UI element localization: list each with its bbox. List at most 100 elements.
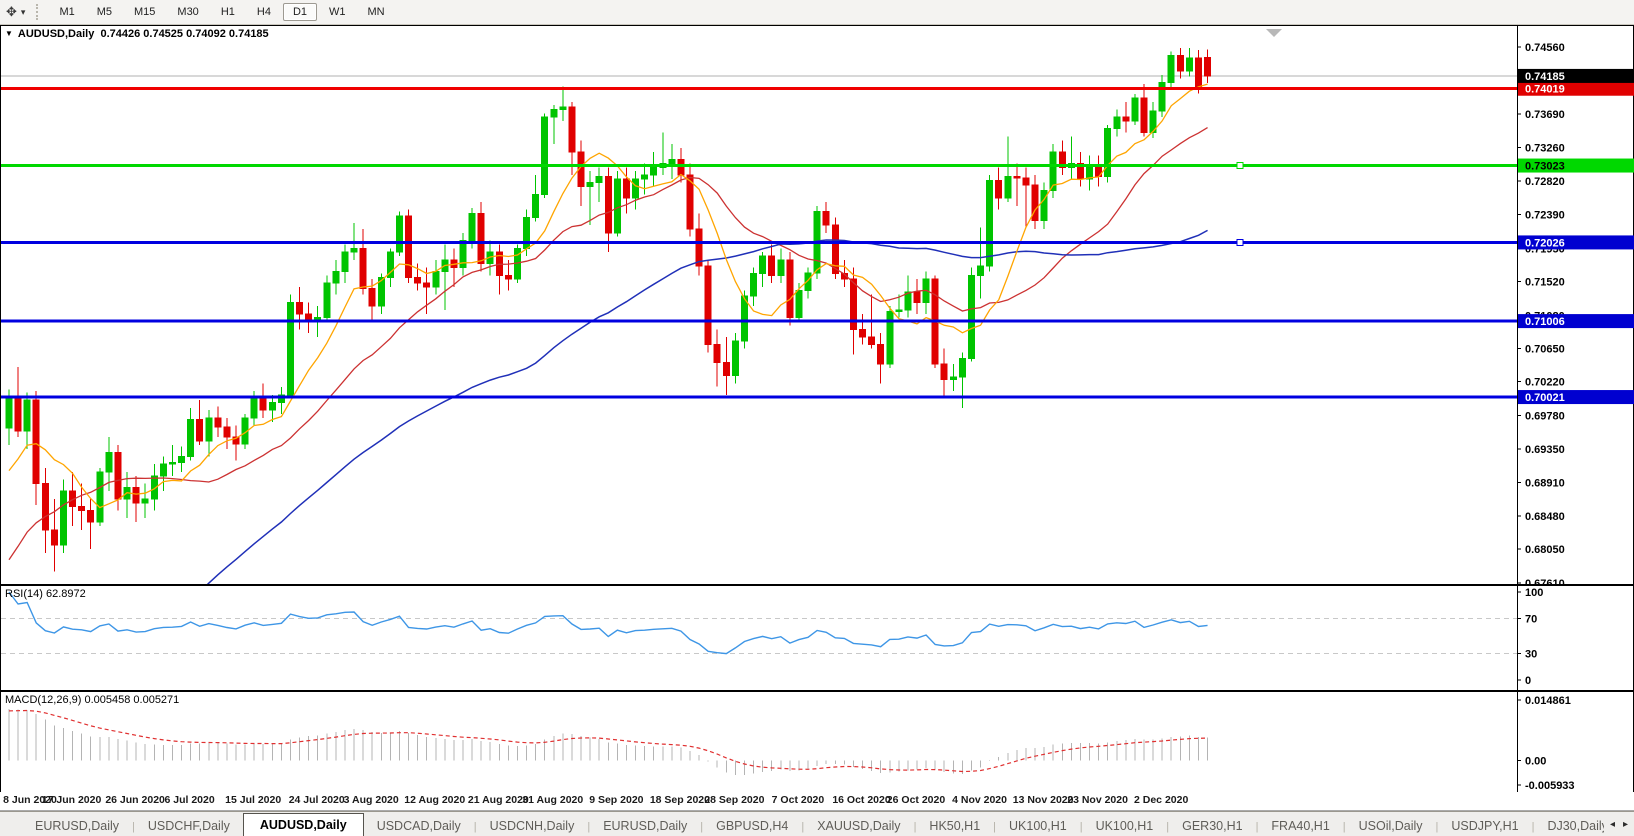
date-axis-label: 26 Oct 2020 <box>887 794 945 806</box>
toolbar-grip-handle[interactable] <box>36 4 43 20</box>
chart-tabs: EURUSD,Daily|USDCHF,DailyAUDUSD,DailyUSD… <box>0 812 1604 836</box>
date-axis-label: 23 Nov 2020 <box>1067 794 1128 806</box>
timeframe-button-group: M1M5M15M30H1H4D1W1MN <box>48 6 395 18</box>
top-toolbar: ✥ ▾ M1M5M15M30H1H4D1W1MN <box>0 0 1634 25</box>
timeframe-button-m15[interactable]: M15 <box>124 3 165 21</box>
rsi-chart-canvas[interactable]: 100 70 30 0 <box>1 586 1634 690</box>
macd-signal-line <box>9 711 1208 772</box>
timeframe-button-m5[interactable]: M5 <box>87 3 122 21</box>
date-axis-label: 18 Sep 2020 <box>650 794 710 806</box>
price-badge: 0.74185 <box>1525 71 1565 83</box>
date-axis[interactable]: 8 Jun 202017 Jun 202026 Jun 20206 Jul 20… <box>0 792 1634 811</box>
tab-scroll-right-icon[interactable]: ▸ <box>1623 819 1628 830</box>
price-axis-tick: 0.72390 <box>1525 209 1565 221</box>
price-badge: 0.70021 <box>1525 392 1565 404</box>
timeframe-button-m30[interactable]: M30 <box>167 3 208 21</box>
price-axis-tick: 0.68480 <box>1525 511 1565 523</box>
chart-window: ▼ AUDUSD,Daily 0.74426 0.74525 0.74092 0.… <box>0 25 1634 792</box>
chart-tab-eurusd-daily[interactable]: EURUSD,Daily <box>590 815 700 836</box>
date-axis-label: 31 Aug 2020 <box>522 794 583 806</box>
chart-tab-bar: EURUSD,Daily|USDCHF,DailyAUDUSD,DailyUSD… <box>0 811 1634 836</box>
price-axis-tick: 0.70650 <box>1525 344 1565 356</box>
chart-tab-uk100-h1[interactable]: UK100,H1 <box>996 815 1080 836</box>
chart-tab-gbpusd-h4[interactable]: GBPUSD,H4 <box>703 815 801 836</box>
date-axis-label: 13 Nov 2020 <box>1013 794 1074 806</box>
date-axis-label: 26 Jun 2020 <box>105 794 165 806</box>
chart-tab-xauusd-daily[interactable]: XAUUSD,Daily <box>804 815 913 836</box>
tab-scroll-arrows: ◂ ▸ <box>1604 812 1634 836</box>
tab-scroll-left-icon[interactable]: ◂ <box>1610 819 1615 830</box>
timeframe-button-m1[interactable]: M1 <box>49 3 84 21</box>
macd-chart-canvas[interactable]: 0.014861 0.00 -0.005933 <box>1 692 1634 792</box>
rsi-axis-tick: 100 <box>1525 587 1543 599</box>
rsi-axis-tick: 70 <box>1525 613 1537 625</box>
macd-axis-tick: -0.005933 <box>1525 780 1575 792</box>
rsi-label: RSI(14) 62.8972 <box>5 588 86 600</box>
price-axis-tick: 0.72820 <box>1525 176 1565 188</box>
timeframe-button-w1[interactable]: W1 <box>319 3 356 21</box>
price-axis-tick: 0.74560 <box>1525 42 1565 54</box>
price-axis-tick: 0.73260 <box>1525 142 1565 154</box>
symbol-dropdown-triangle-icon[interactable]: ▼ <box>5 29 13 38</box>
rsi-axis-tick: 30 <box>1525 649 1537 661</box>
rsi-indicator-pane[interactable]: RSI(14) 62.8972 100 70 30 0 <box>1 584 1633 690</box>
chart-title-symbol: AUDUSD,Daily <box>18 28 94 40</box>
date-axis-label: 2 Dec 2020 <box>1134 794 1188 806</box>
macd-indicator-pane[interactable]: MACD(12,26,9) 0.005458 0.005271 0.014861… <box>1 690 1633 792</box>
macd-axis-tick: 0.00 <box>1525 756 1546 768</box>
chart-tab-usdchf-daily[interactable]: USDCHF,Daily <box>135 815 243 836</box>
price-axis-tick: 0.69350 <box>1525 444 1565 456</box>
date-axis-label: 21 Aug 2020 <box>468 794 529 806</box>
chart-tab-dj30-daily[interactable]: DJ30,Daily <box>1534 815 1604 836</box>
price-badge: 0.72026 <box>1525 237 1565 249</box>
price-badge: 0.71006 <box>1525 316 1565 328</box>
line-handle <box>1237 163 1243 169</box>
macd-label: MACD(12,26,9) 0.005458 0.005271 <box>5 694 179 706</box>
price-axis-tick: 0.70220 <box>1525 377 1565 389</box>
timeframe-button-mn[interactable]: MN <box>358 3 395 21</box>
rsi-line <box>9 592 1208 654</box>
date-axis-label: 4 Nov 2020 <box>952 794 1007 806</box>
date-axis-label: 16 Oct 2020 <box>832 794 890 806</box>
ma-slow-line <box>9 230 1208 584</box>
macd-axis-tick: 0.014861 <box>1525 695 1571 707</box>
chart-tab-hk50-h1[interactable]: HK50,H1 <box>916 815 993 836</box>
price-axis-tick: 0.73690 <box>1525 109 1565 121</box>
pan-tool-dropdown-caret-icon[interactable]: ▾ <box>21 7 32 18</box>
chart-tab-eurusd-daily[interactable]: EURUSD,Daily <box>22 815 132 836</box>
chart-title-ohlc: 0.74426 0.74525 0.74092 0.74185 <box>100 28 268 40</box>
scroll-to-end-marker-icon <box>1266 29 1282 37</box>
main-price-pane[interactable]: ▼ AUDUSD,Daily 0.74426 0.74525 0.74092 0.… <box>1 26 1633 584</box>
rsi-axis-tick: 0 <box>1525 675 1531 687</box>
date-axis-label: 24 Jul 2020 <box>289 794 345 806</box>
price-axis-tick: 0.68910 <box>1525 478 1565 490</box>
date-axis-label: 3 Aug 2020 <box>344 794 399 806</box>
chart-tab-usoil-daily[interactable]: USOil,Daily <box>1346 815 1436 836</box>
chart-tab-usdcnh-daily[interactable]: USDCNH,Daily <box>477 815 588 836</box>
price-badge: 0.73023 <box>1525 161 1565 173</box>
timeframe-button-h4[interactable]: H4 <box>247 3 281 21</box>
date-axis-label: 12 Aug 2020 <box>404 794 465 806</box>
price-axis-tick: 0.71520 <box>1525 276 1565 288</box>
pan-tool-icon[interactable]: ✥ <box>0 0 21 24</box>
chart-title: ▼ AUDUSD,Daily 0.74426 0.74525 0.74092 0.… <box>5 28 269 40</box>
date-axis-label: 6 Jul 2020 <box>164 794 214 806</box>
date-axis-label: 28 Sep 2020 <box>704 794 764 806</box>
timeframe-button-h1[interactable]: H1 <box>211 3 245 21</box>
candlestick-chart-canvas[interactable]: 0.745600.741300.736900.732600.728200.723… <box>1 26 1634 584</box>
chart-tab-uk100-h1[interactable]: UK100,H1 <box>1083 815 1167 836</box>
chart-tab-audusd-daily[interactable]: AUDUSD,Daily <box>243 813 364 836</box>
chart-tab-usdjpy-h1[interactable]: USDJPY,H1 <box>1438 815 1531 836</box>
date-axis-label: 15 Jul 2020 <box>225 794 281 806</box>
date-axis-label: 7 Oct 2020 <box>772 794 825 806</box>
date-axis-label: 9 Sep 2020 <box>589 794 643 806</box>
chart-tab-usdcad-daily[interactable]: USDCAD,Daily <box>364 815 474 836</box>
price-axis-tick: 0.68050 <box>1525 544 1565 556</box>
chart-tab-ger30-h1[interactable]: GER30,H1 <box>1169 815 1255 836</box>
timeframe-button-d1[interactable]: D1 <box>283 3 317 21</box>
chart-tab-fra40-h1[interactable]: FRA40,H1 <box>1258 815 1342 836</box>
price-badge: 0.74019 <box>1525 84 1565 96</box>
price-axis-tick: 0.69780 <box>1525 411 1565 423</box>
line-handle <box>1237 239 1243 245</box>
date-axis-label: 17 Jun 2020 <box>42 794 102 806</box>
